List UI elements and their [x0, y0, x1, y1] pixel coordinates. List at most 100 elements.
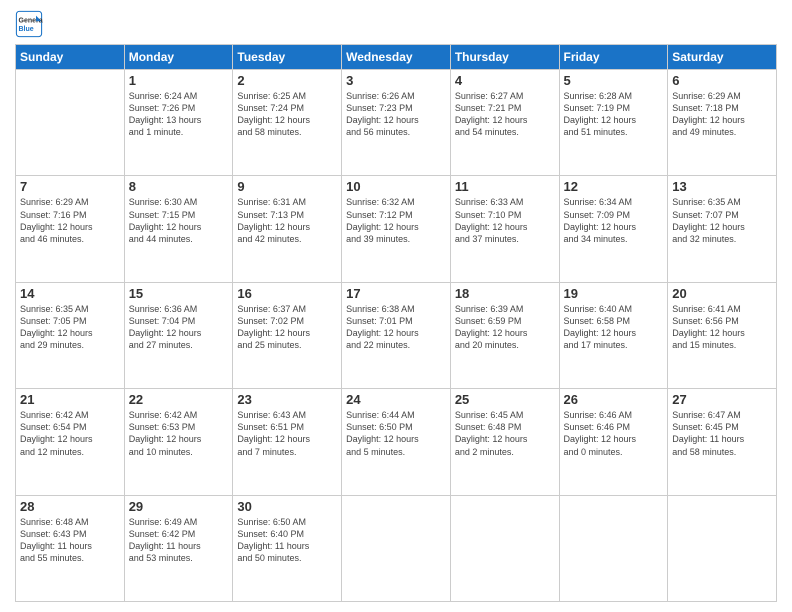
day-number: 3 — [346, 73, 446, 88]
calendar-cell: 28 Sunrise: 6:48 AMSunset: 6:43 PMDayligh… — [16, 495, 125, 601]
day-info: Sunrise: 6:50 AMSunset: 6:40 PMDaylight:… — [237, 516, 337, 565]
day-number: 21 — [20, 392, 120, 407]
calendar-cell: 23 Sunrise: 6:43 AMSunset: 6:51 PMDayligh… — [233, 389, 342, 495]
day-info: Sunrise: 6:38 AMSunset: 7:01 PMDaylight:… — [346, 303, 446, 352]
calendar-header-sunday: Sunday — [16, 45, 125, 70]
calendar-cell: 13 Sunrise: 6:35 AMSunset: 7:07 PMDayligh… — [668, 176, 777, 282]
calendar-table: SundayMondayTuesdayWednesdayThursdayFrid… — [15, 44, 777, 602]
header: General Blue — [15, 10, 777, 38]
day-info: Sunrise: 6:47 AMSunset: 6:45 PMDaylight:… — [672, 409, 772, 458]
calendar-header-tuesday: Tuesday — [233, 45, 342, 70]
calendar-header-friday: Friday — [559, 45, 668, 70]
day-info: Sunrise: 6:36 AMSunset: 7:04 PMDaylight:… — [129, 303, 229, 352]
calendar-cell: 26 Sunrise: 6:46 AMSunset: 6:46 PMDayligh… — [559, 389, 668, 495]
day-number: 8 — [129, 179, 229, 194]
calendar-cell: 1 Sunrise: 6:24 AMSunset: 7:26 PMDaylight… — [124, 70, 233, 176]
day-number: 30 — [237, 499, 337, 514]
day-info: Sunrise: 6:33 AMSunset: 7:10 PMDaylight:… — [455, 196, 555, 245]
day-info: Sunrise: 6:27 AMSunset: 7:21 PMDaylight:… — [455, 90, 555, 139]
calendar-cell: 6 Sunrise: 6:29 AMSunset: 7:18 PMDaylight… — [668, 70, 777, 176]
calendar-cell: 17 Sunrise: 6:38 AMSunset: 7:01 PMDayligh… — [342, 282, 451, 388]
day-info: Sunrise: 6:35 AMSunset: 7:05 PMDaylight:… — [20, 303, 120, 352]
calendar-cell — [450, 495, 559, 601]
day-info: Sunrise: 6:40 AMSunset: 6:58 PMDaylight:… — [564, 303, 664, 352]
calendar-cell: 12 Sunrise: 6:34 AMSunset: 7:09 PMDayligh… — [559, 176, 668, 282]
day-number: 29 — [129, 499, 229, 514]
calendar-cell: 30 Sunrise: 6:50 AMSunset: 6:40 PMDayligh… — [233, 495, 342, 601]
day-number: 14 — [20, 286, 120, 301]
logo: General Blue — [15, 10, 47, 38]
calendar-cell: 27 Sunrise: 6:47 AMSunset: 6:45 PMDayligh… — [668, 389, 777, 495]
day-number: 12 — [564, 179, 664, 194]
day-info: Sunrise: 6:39 AMSunset: 6:59 PMDaylight:… — [455, 303, 555, 352]
day-info: Sunrise: 6:32 AMSunset: 7:12 PMDaylight:… — [346, 196, 446, 245]
day-number: 18 — [455, 286, 555, 301]
day-info: Sunrise: 6:29 AMSunset: 7:18 PMDaylight:… — [672, 90, 772, 139]
calendar-cell: 15 Sunrise: 6:36 AMSunset: 7:04 PMDayligh… — [124, 282, 233, 388]
day-info: Sunrise: 6:35 AMSunset: 7:07 PMDaylight:… — [672, 196, 772, 245]
day-number: 6 — [672, 73, 772, 88]
calendar-cell: 8 Sunrise: 6:30 AMSunset: 7:15 PMDaylight… — [124, 176, 233, 282]
day-number: 28 — [20, 499, 120, 514]
svg-text:Blue: Blue — [19, 26, 34, 33]
calendar-cell: 21 Sunrise: 6:42 AMSunset: 6:54 PMDayligh… — [16, 389, 125, 495]
day-info: Sunrise: 6:46 AMSunset: 6:46 PMDaylight:… — [564, 409, 664, 458]
calendar-cell: 20 Sunrise: 6:41 AMSunset: 6:56 PMDayligh… — [668, 282, 777, 388]
calendar-cell: 14 Sunrise: 6:35 AMSunset: 7:05 PMDayligh… — [16, 282, 125, 388]
day-info: Sunrise: 6:42 AMSunset: 6:53 PMDaylight:… — [129, 409, 229, 458]
day-number: 20 — [672, 286, 772, 301]
calendar-cell: 19 Sunrise: 6:40 AMSunset: 6:58 PMDayligh… — [559, 282, 668, 388]
day-info: Sunrise: 6:42 AMSunset: 6:54 PMDaylight:… — [20, 409, 120, 458]
calendar-cell: 18 Sunrise: 6:39 AMSunset: 6:59 PMDayligh… — [450, 282, 559, 388]
calendar-week-3: 14 Sunrise: 6:35 AMSunset: 7:05 PMDayligh… — [16, 282, 777, 388]
day-number: 19 — [564, 286, 664, 301]
day-info: Sunrise: 6:34 AMSunset: 7:09 PMDaylight:… — [564, 196, 664, 245]
day-number: 17 — [346, 286, 446, 301]
day-info: Sunrise: 6:28 AMSunset: 7:19 PMDaylight:… — [564, 90, 664, 139]
calendar-week-4: 21 Sunrise: 6:42 AMSunset: 6:54 PMDayligh… — [16, 389, 777, 495]
calendar-cell — [668, 495, 777, 601]
day-info: Sunrise: 6:25 AMSunset: 7:24 PMDaylight:… — [237, 90, 337, 139]
calendar-cell — [16, 70, 125, 176]
day-info: Sunrise: 6:29 AMSunset: 7:16 PMDaylight:… — [20, 196, 120, 245]
day-number: 24 — [346, 392, 446, 407]
calendar-header-thursday: Thursday — [450, 45, 559, 70]
calendar-header-monday: Monday — [124, 45, 233, 70]
day-info: Sunrise: 6:49 AMSunset: 6:42 PMDaylight:… — [129, 516, 229, 565]
calendar-cell: 24Sunrise: 6:44 AMSunset: 6:50 PMDayligh… — [342, 389, 451, 495]
day-number: 26 — [564, 392, 664, 407]
calendar-cell: 9 Sunrise: 6:31 AMSunset: 7:13 PMDaylight… — [233, 176, 342, 282]
calendar-header-row: SundayMondayTuesdayWednesdayThursdayFrid… — [16, 45, 777, 70]
calendar-cell: 7Sunrise: 6:29 AMSunset: 7:16 PMDaylight… — [16, 176, 125, 282]
logo-icon: General Blue — [15, 10, 43, 38]
day-info: Sunrise: 6:24 AMSunset: 7:26 PMDaylight:… — [129, 90, 229, 139]
calendar-cell: 16 Sunrise: 6:37 AMSunset: 7:02 PMDayligh… — [233, 282, 342, 388]
day-number: 11 — [455, 179, 555, 194]
day-number: 16 — [237, 286, 337, 301]
calendar-cell: 25 Sunrise: 6:45 AMSunset: 6:48 PMDayligh… — [450, 389, 559, 495]
page: General Blue SundayMondayTuesdayWednesda… — [0, 0, 792, 612]
day-number: 9 — [237, 179, 337, 194]
day-number: 10 — [346, 179, 446, 194]
day-number: 1 — [129, 73, 229, 88]
day-info: Sunrise: 6:30 AMSunset: 7:15 PMDaylight:… — [129, 196, 229, 245]
day-number: 27 — [672, 392, 772, 407]
day-number: 5 — [564, 73, 664, 88]
day-info: Sunrise: 6:45 AMSunset: 6:48 PMDaylight:… — [455, 409, 555, 458]
calendar-cell: 10 Sunrise: 6:32 AMSunset: 7:12 PMDayligh… — [342, 176, 451, 282]
day-info: Sunrise: 6:26 AMSunset: 7:23 PMDaylight:… — [346, 90, 446, 139]
calendar-cell: 5 Sunrise: 6:28 AMSunset: 7:19 PMDaylight… — [559, 70, 668, 176]
day-number: 13 — [672, 179, 772, 194]
day-info: Sunrise: 6:41 AMSunset: 6:56 PMDaylight:… — [672, 303, 772, 352]
day-info: Sunrise: 6:43 AMSunset: 6:51 PMDaylight:… — [237, 409, 337, 458]
calendar-cell — [559, 495, 668, 601]
day-info: Sunrise: 6:37 AMSunset: 7:02 PMDaylight:… — [237, 303, 337, 352]
day-info: Sunrise: 6:31 AMSunset: 7:13 PMDaylight:… — [237, 196, 337, 245]
day-number: 15 — [129, 286, 229, 301]
calendar-week-5: 28 Sunrise: 6:48 AMSunset: 6:43 PMDayligh… — [16, 495, 777, 601]
day-info: Sunrise: 6:48 AMSunset: 6:43 PMDaylight:… — [20, 516, 120, 565]
calendar-cell: 22Sunrise: 6:42 AMSunset: 6:53 PMDayligh… — [124, 389, 233, 495]
day-number: 23 — [237, 392, 337, 407]
day-number: 25 — [455, 392, 555, 407]
calendar-cell: 4Sunrise: 6:27 AMSunset: 7:21 PMDaylight… — [450, 70, 559, 176]
